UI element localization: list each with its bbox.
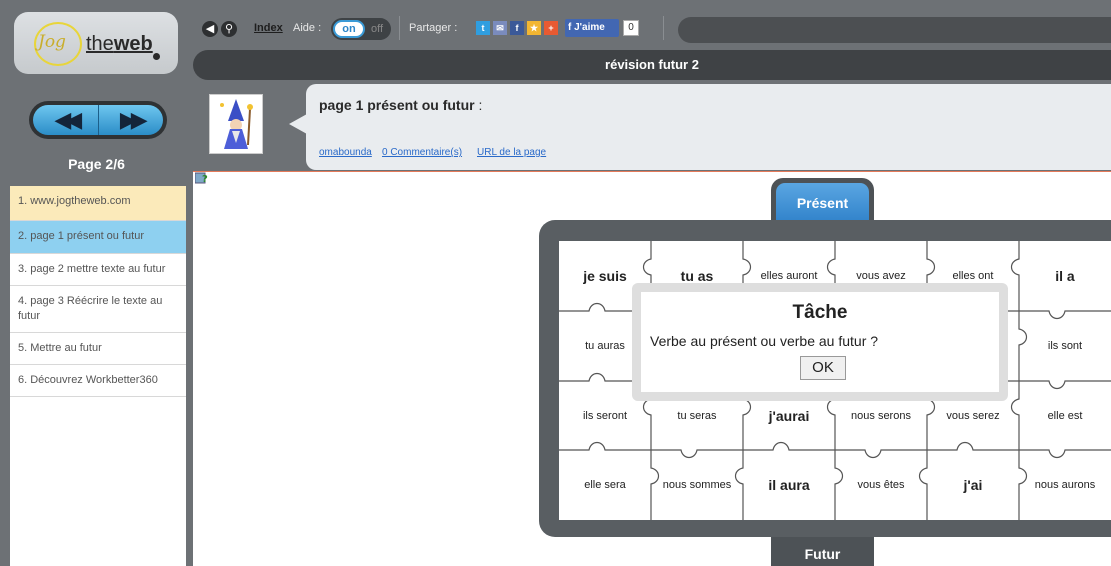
- page-list-item[interactable]: 5. Mettre au futur: [10, 333, 186, 365]
- search-icon[interactable]: ⚲: [221, 21, 237, 37]
- comments-link[interactable]: 0 Commentaire(s): [382, 147, 462, 158]
- url-bar[interactable]: [678, 17, 1111, 43]
- page-list: 1. www.jogtheweb.com 2. page 1 présent o…: [10, 186, 186, 566]
- toggle-on[interactable]: on: [333, 20, 365, 38]
- index-link[interactable]: Index: [254, 22, 283, 34]
- page-indicator: Page 2/6: [68, 156, 125, 172]
- email-icon[interactable]: ✉: [493, 21, 507, 35]
- logo-theweb-text: theweb: [86, 33, 153, 56]
- puzzle-piece[interactable]: j'ai: [927, 450, 1019, 520]
- puzzle-piece[interactable]: nous sommes: [651, 450, 743, 520]
- toolbar-divider: [663, 16, 664, 40]
- facebook-icon[interactable]: f: [510, 21, 524, 35]
- like-button[interactable]: f J'aime: [565, 19, 619, 37]
- wizard-icon: [220, 99, 253, 149]
- plus-icon[interactable]: +: [544, 21, 558, 35]
- logo-dot: [153, 53, 160, 60]
- avatar: [209, 94, 263, 154]
- like-count: 0: [623, 20, 639, 36]
- page-title-suffix: :: [474, 97, 483, 113]
- puzzle-piece[interactable]: elle est: [1019, 381, 1111, 450]
- task-dialog-body: Tâche Verbe au présent ou verbe au futur…: [641, 292, 999, 392]
- puzzle-piece[interactable]: vous êtes: [835, 450, 927, 520]
- app-window: Jog theweb ◀◀ ▶▶ Page 2/6 1. www.jogthew…: [0, 0, 1111, 566]
- jog-title: révision futur 2: [193, 50, 1111, 80]
- toolbar: ◀ ⚲ Index Aide : on off Partager : t ✉ f…: [193, 0, 1111, 44]
- aide-label: Aide :: [293, 22, 322, 34]
- page-url-link[interactable]: URL de la page: [477, 147, 546, 158]
- logo-the: the: [86, 33, 114, 55]
- rewind-icon: ◀◀: [54, 107, 82, 132]
- puzzle-piece[interactable]: elle sera: [559, 450, 651, 520]
- twitter-icon[interactable]: t: [476, 21, 490, 35]
- page-navigation: ◀◀ ▶▶: [29, 101, 167, 139]
- like-label: J'aime: [574, 22, 605, 33]
- futur-tab: Futur: [771, 537, 874, 566]
- dialog-text: Verbe au présent ou verbe au futur ?: [650, 333, 879, 349]
- page-info-box: page 1 présent ou futur : omabounda 0 Co…: [306, 84, 1111, 170]
- page-navigation-inner: ◀◀ ▶▶: [33, 105, 163, 135]
- logo[interactable]: Jog theweb: [14, 12, 178, 74]
- page-list-item[interactable]: 3. page 2 mettre texte au futur: [10, 254, 186, 286]
- page-list-item[interactable]: 4. page 3 Réécrire le texte au futur: [10, 286, 186, 333]
- logo-jog-text: Jog: [38, 32, 66, 52]
- puzzle-piece[interactable]: il a: [1019, 241, 1111, 311]
- page-list-item[interactable]: 1. www.jogtheweb.com: [10, 186, 186, 221]
- page-list-item[interactable]: 6. Découvrez Workbetter360: [10, 365, 186, 397]
- svg-text:?: ?: [202, 174, 208, 184]
- puzzle-piece[interactable]: nous aurons: [1019, 450, 1111, 520]
- ok-button[interactable]: OK: [800, 356, 846, 380]
- toolbar-divider: [399, 16, 400, 40]
- puzzle-piece[interactable]: il aura: [743, 450, 835, 520]
- help-toggle[interactable]: on off: [331, 18, 391, 40]
- content-frame: ? Présent je suis tu as elles auront vou…: [193, 172, 1111, 566]
- star-icon[interactable]: ★: [527, 21, 541, 35]
- sidebar: Jog theweb ◀◀ ▶▶ Page 2/6 1. www.jogthew…: [0, 0, 193, 566]
- dialog-title: Tâche: [792, 302, 848, 323]
- speech-arrow: [289, 114, 307, 134]
- page-list-item-active[interactable]: 2. page 1 présent ou futur: [10, 221, 186, 254]
- task-dialog: Tâche Verbe au présent ou verbe au futur…: [632, 283, 1008, 401]
- help-note-icon[interactable]: ?: [195, 172, 209, 184]
- page-info: page 1 présent ou futur : omabounda 0 Co…: [193, 84, 1111, 171]
- toggle-off[interactable]: off: [365, 20, 389, 38]
- author-link[interactable]: omabounda: [319, 147, 372, 158]
- fast-forward-icon: ▶▶: [119, 107, 148, 132]
- next-page-button[interactable]: ▶▶: [99, 105, 164, 135]
- present-tab: Présent: [771, 178, 874, 226]
- share-label: Partager :: [409, 22, 458, 34]
- page-title-text: page 1 présent ou futur: [319, 97, 475, 113]
- logo-web: web: [113, 33, 153, 55]
- page-title: page 1 présent ou futur :: [319, 97, 482, 113]
- previous-page-button[interactable]: ◀◀: [33, 105, 99, 135]
- title-bar: révision futur 2: [193, 44, 1111, 84]
- back-arrow-icon[interactable]: ◀: [202, 21, 218, 37]
- puzzle-piece[interactable]: ils sont: [1019, 311, 1111, 381]
